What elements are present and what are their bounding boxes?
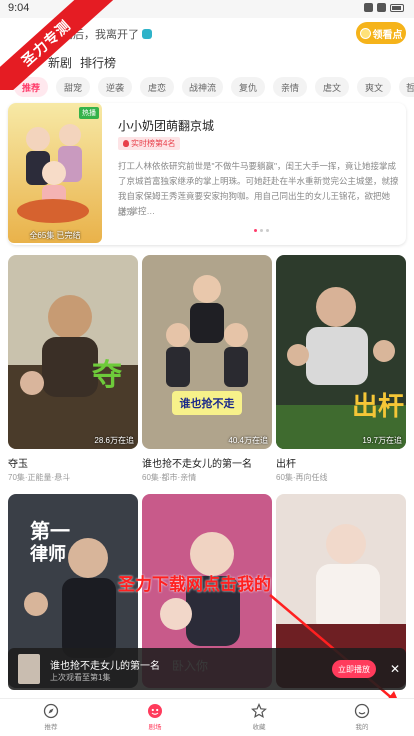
theater-icon: [148, 704, 162, 718]
category-chip-recommend[interactable]: 推荐: [14, 77, 48, 97]
top-tabs: 新剧 排行榜: [0, 52, 414, 72]
drama-poster-art: 出杆: [276, 255, 406, 449]
category-chip[interactable]: 甜宠: [56, 77, 90, 97]
mini-player-thumbnail: [18, 654, 40, 684]
promo-genre: 甜宠: [118, 208, 134, 217]
drama-poster[interactable]: 出杆 19.7万在追: [276, 255, 406, 449]
tab-ranking[interactable]: 排行榜: [80, 54, 116, 71]
smile-icon: [354, 703, 370, 719]
star-icon: [251, 703, 267, 718]
promo-status-badge: 热播: [79, 107, 99, 119]
nav-label: 我的: [355, 724, 369, 731]
promo-title: 小小奶团萌翻京城: [118, 119, 215, 133]
coin-icon: [359, 27, 371, 39]
nav-item-recommend[interactable]: 推荐: [31, 703, 71, 731]
carousel-dots: [254, 229, 269, 232]
nav-label: 剧场: [148, 724, 162, 731]
category-chip[interactable]: 爽文: [357, 77, 392, 97]
wifi-icon: [377, 3, 386, 12]
status-icons: [364, 3, 404, 12]
drama-title[interactable]: 夺玉: [8, 455, 138, 470]
coin-button-label: 领看点: [372, 29, 403, 41]
drama-poster-art: 谁也抢不走: [142, 255, 272, 449]
category-chip[interactable]: 虐恋: [140, 77, 174, 97]
carousel-dot: [266, 229, 269, 232]
drama-title[interactable]: 谁也抢不走女儿的第一名: [142, 455, 272, 470]
mini-player-title: 谁也抢不走女儿的第一名: [50, 661, 160, 672]
signal-icon: [364, 3, 373, 12]
promo-rank-badge: 实时榜第4名: [118, 137, 181, 150]
drama-views: 40.4万在追: [228, 436, 268, 445]
battery-icon: [390, 3, 404, 12]
svg-text:夺: 夺: [92, 358, 122, 393]
svg-text:第一: 第一: [30, 519, 70, 543]
category-chip[interactable]: 复仇: [231, 77, 266, 97]
drama-meta: 60集·都市·亲情: [142, 473, 197, 482]
mini-player-progress: 上次观看至第1集: [50, 673, 111, 682]
nav-label: 收藏: [252, 724, 266, 731]
drama-meta: 60集·再向任线: [276, 473, 328, 482]
drama-poster[interactable]: 谁也抢不走 40.4万在追: [142, 255, 272, 449]
featured-poster-art: [8, 103, 102, 243]
category-chip[interactable]: 逆袭: [98, 77, 132, 97]
category-chip[interactable]: 哲言在线: [399, 77, 414, 97]
status-time: 9:04: [8, 2, 30, 14]
bottom-nav: 推荐 剧场 收藏 我的: [0, 698, 414, 736]
carousel-dot: [260, 229, 263, 232]
close-icon[interactable]: ✕: [388, 660, 402, 678]
drama-meta: 70集·正能量·悬斗: [8, 473, 71, 482]
carousel-dot: [254, 229, 257, 232]
svg-text:谁也抢不走: 谁也抢不走: [180, 396, 235, 410]
status-bar: 9:04: [0, 0, 414, 18]
nav-item-theater[interactable]: 剧场: [135, 703, 175, 731]
hint-badge-icon: [142, 29, 152, 39]
category-chip[interactable]: 虐文: [315, 77, 350, 97]
category-chip[interactable]: 亲情: [273, 77, 308, 97]
svg-text:律师: 律师: [30, 543, 66, 565]
nav-item-favorites[interactable]: 收藏: [239, 703, 279, 731]
featured-poster[interactable]: 热播 全65集 已完结: [8, 103, 102, 243]
compass-icon: [43, 703, 59, 719]
category-chip[interactable]: 战神流: [182, 77, 224, 97]
promo-description: 打工人林依依研究前世是"不做牛马要躺赢"，闺王大手一挥，竟让她接掌成了京城首富独…: [118, 161, 399, 216]
drama-poster-art: 夺: [8, 255, 138, 449]
play-now-button[interactable]: 立即播放: [332, 660, 376, 678]
category-row: 推荐 甜宠 逆袭 虐恋 战神流 复仇 亲情 虐文 爽文 哲言在线: [0, 77, 414, 99]
featured-drama-card[interactable]: 热播 全65集 已完结 小小奶团萌翻京城 实时榜第4名 打工人林依依研究前世是"…: [8, 103, 406, 245]
promo-rank-text: 实时榜第4名: [131, 139, 176, 148]
search-input[interactable]: 先烤鸭后，我离开了: [40, 22, 340, 46]
drama-title[interactable]: 出杆: [276, 455, 406, 470]
search-row: 先烤鸭后，我离开了 领看点: [0, 18, 414, 48]
tab-new-drama[interactable]: 新剧: [48, 54, 72, 71]
promo-episodes: 全65集 已完结: [29, 231, 81, 240]
drama-poster[interactable]: 夺 28.6万在追: [8, 255, 138, 449]
mini-player[interactable]: 谁也抢不走女儿的第一名 上次观看至第1集 立即播放 ✕: [8, 648, 406, 690]
flame-icon: [123, 140, 129, 147]
svg-text:出杆: 出杆: [352, 392, 404, 422]
nav-item-mine[interactable]: 我的: [342, 703, 382, 731]
drama-views: 19.7万在追: [362, 436, 402, 445]
search-hint: 先烤鸭后，我离开了: [40, 29, 139, 41]
coin-reward-button[interactable]: 领看点: [356, 22, 406, 44]
nav-label: 推荐: [44, 724, 58, 731]
drama-views: 28.6万在追: [94, 436, 134, 445]
